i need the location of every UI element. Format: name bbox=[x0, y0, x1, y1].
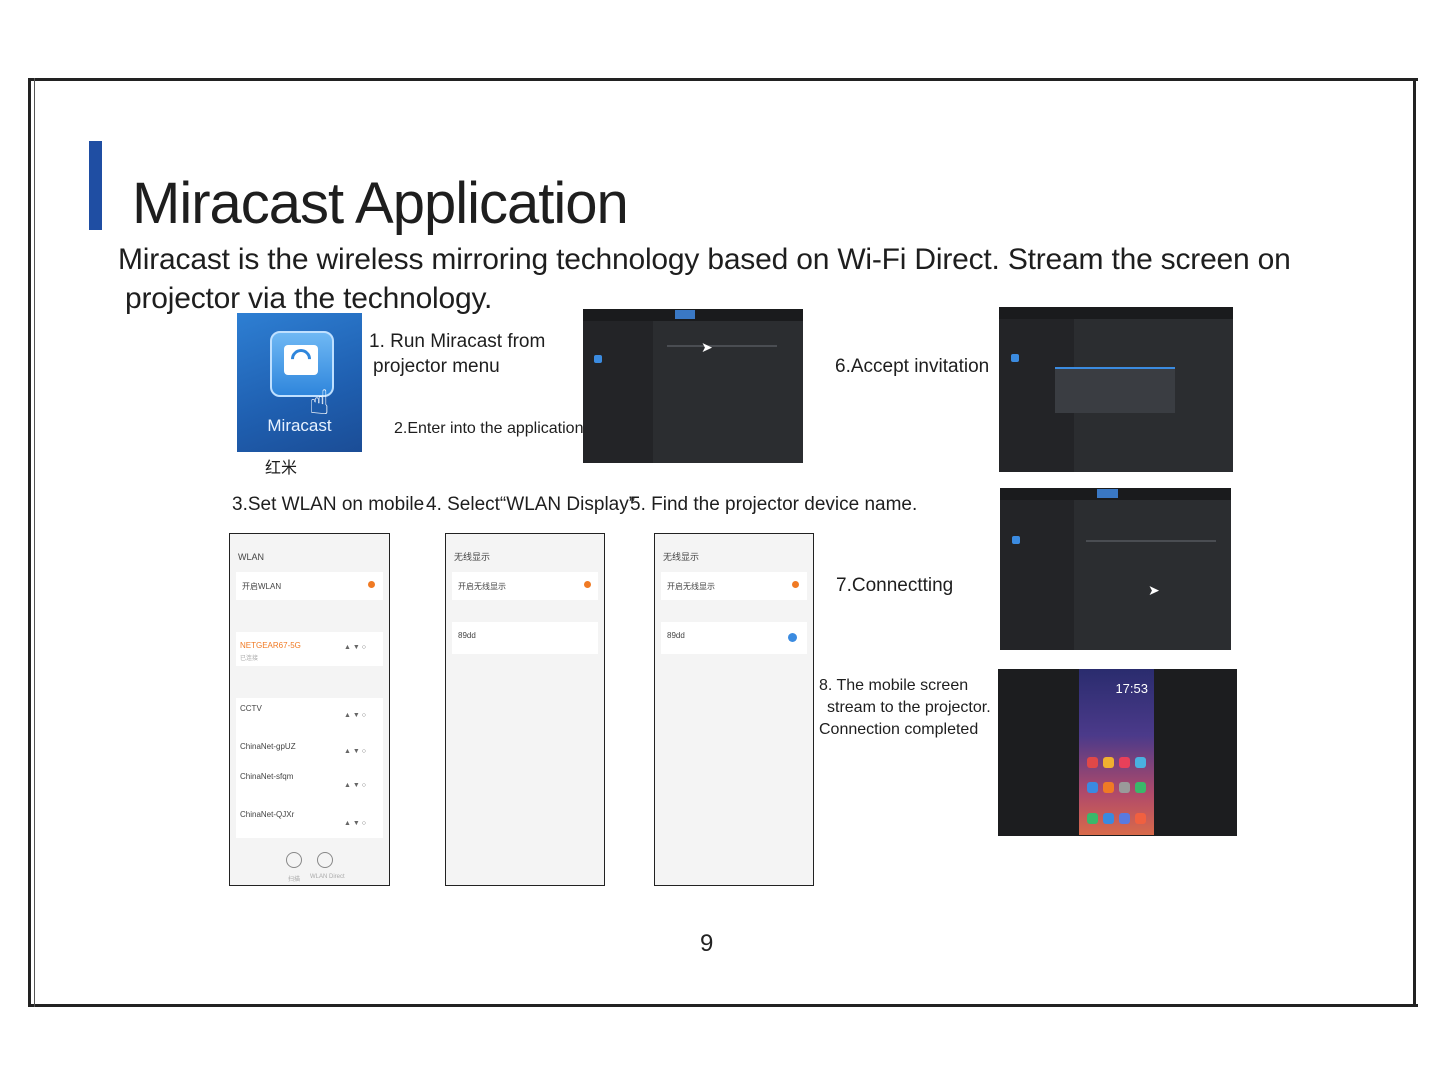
tv-sidebar-icon bbox=[1011, 354, 1019, 362]
home-clock: 17:53 bbox=[1115, 681, 1148, 696]
tv-active-tab bbox=[675, 310, 696, 319]
step-6-label: 6.Accept invitation bbox=[835, 356, 990, 377]
frame-right-rule bbox=[1413, 78, 1416, 1007]
wifi-icon bbox=[286, 344, 316, 374]
wlan-toggle bbox=[368, 581, 375, 588]
step-2-label: 2.Enter into the application bbox=[394, 420, 584, 437]
wifi-signal-icon: ▲ ▼ ○ bbox=[344, 782, 366, 789]
display-toggle bbox=[792, 581, 799, 588]
phone-header: 无线显示 bbox=[454, 552, 491, 562]
display-device-name: 89dd bbox=[458, 631, 476, 640]
wifi-signal-icon: ▲ ▼ ○ bbox=[344, 644, 366, 651]
wlan-direct-button-label: WLAN Direct bbox=[310, 874, 345, 880]
app-icon bbox=[1135, 757, 1146, 768]
display-toggle-label: 开启无线显示 bbox=[458, 582, 506, 591]
title-accent-bar bbox=[89, 141, 102, 230]
phone-status-bar bbox=[446, 534, 604, 544]
app-icon bbox=[1103, 757, 1114, 768]
wlan-toggle-label: 开启WLAN bbox=[242, 582, 282, 591]
tv-sidebar-icon bbox=[594, 355, 602, 363]
step-5-label: 5. Find the projector device name. bbox=[630, 494, 918, 515]
network-item: ChinaNet-gpUZ bbox=[240, 742, 296, 751]
tv-topbar bbox=[999, 307, 1233, 319]
connect-status-icon bbox=[788, 633, 797, 642]
wifi-signal-icon: ▲ ▼ ○ bbox=[344, 748, 366, 755]
scan-icon bbox=[286, 852, 302, 868]
app-icon bbox=[1087, 757, 1098, 768]
network-item: ChinaNet-QJXr bbox=[240, 810, 295, 819]
screen-icon bbox=[284, 344, 318, 375]
display-toggle bbox=[584, 581, 591, 588]
invitation-dialog bbox=[1055, 367, 1175, 413]
messages-dock-icon bbox=[1119, 813, 1130, 824]
accept-invitation-screenshot bbox=[999, 307, 1233, 472]
frame-left-rule bbox=[28, 78, 31, 1007]
phone-device-found-screenshot: 无线显示 开启无线显示 89dd bbox=[654, 533, 814, 886]
phone-status-bar bbox=[230, 534, 389, 544]
scan-button-label: 扫描 bbox=[288, 877, 301, 883]
step-8-label-line-1: 8. The mobile screen bbox=[819, 677, 969, 694]
network-item: CCTV bbox=[240, 704, 262, 713]
wifi-signal-icon: ▲ ▼ ○ bbox=[344, 712, 366, 719]
step-8-label-line-2: stream to the projector. bbox=[827, 699, 991, 716]
step-7-label: 7.Connectting bbox=[836, 575, 954, 596]
step-3-label: 3.Set WLAN on mobile bbox=[232, 494, 425, 515]
step-1-label-line-2: projector menu bbox=[373, 356, 500, 377]
app-icon bbox=[1119, 757, 1130, 768]
app-icon-below-label: 红米 bbox=[265, 460, 298, 477]
wifi-signal-icon: ▲ ▼ ○ bbox=[344, 820, 366, 827]
network-item: ChinaNet-sfqm bbox=[240, 772, 294, 781]
browser-dock-icon bbox=[1135, 813, 1146, 824]
cursor-icon: ➤ bbox=[701, 339, 713, 355]
phone-wlan-display-screenshot: 无线显示 开启无线显示 89dd bbox=[445, 533, 605, 886]
app-icon-caption: Miracast bbox=[267, 416, 332, 435]
phone-dock-icon bbox=[1087, 813, 1098, 824]
app-icon bbox=[1087, 782, 1098, 793]
page-title: Miracast Application bbox=[132, 171, 629, 236]
tv-sidebar-icon bbox=[1012, 536, 1020, 544]
miracast-app-icon: ☝ Miracast bbox=[237, 313, 362, 452]
step-1-label-line-1: 1. Run Miracast from bbox=[369, 331, 546, 352]
current-network-name: NETGEAR67-5G bbox=[240, 641, 301, 650]
mirrored-home-screenshot: 17:53 bbox=[998, 669, 1237, 836]
tv-sidebar bbox=[1000, 500, 1074, 650]
tv-row bbox=[1086, 540, 1216, 542]
current-network-status: 已连接 bbox=[240, 656, 259, 662]
phone-header: 无线显示 bbox=[663, 552, 700, 562]
app-icon bbox=[1135, 782, 1146, 793]
phone-header: WLAN bbox=[238, 552, 265, 562]
display-toggle-label: 开启无线显示 bbox=[667, 582, 715, 591]
wlan-direct-icon bbox=[317, 852, 333, 868]
app-icon bbox=[1119, 782, 1130, 793]
frame-left-inner-rule bbox=[34, 78, 35, 1007]
connecting-screenshot: ➤ bbox=[1000, 488, 1231, 650]
tv-active-tab bbox=[1097, 489, 1118, 498]
intro-line-1: Miracast is the wireless mirroring techn… bbox=[118, 243, 1291, 276]
frame-bottom-rule bbox=[28, 1004, 1418, 1007]
display-device-name: 89dd bbox=[667, 631, 685, 640]
phone-home-screen: 17:53 bbox=[1079, 669, 1154, 835]
frame-top-rule bbox=[28, 78, 1418, 81]
tv-row bbox=[667, 345, 777, 347]
tv-sidebar bbox=[583, 321, 654, 463]
cursor-icon: ➤ bbox=[1148, 582, 1160, 598]
projector-app-screenshot: ➤ bbox=[583, 309, 803, 463]
page-number: 9 bbox=[700, 930, 714, 957]
phone-wlan-screenshot: WLAN 开启WLAN NETGEAR67-5G 已连接 ▲ ▼ ○ CCTV … bbox=[229, 533, 390, 886]
step-4-label: 4. Select“WLAN Display” bbox=[426, 494, 636, 515]
app-icon bbox=[1103, 782, 1114, 793]
step-8-label-line-3: Connection completed bbox=[819, 721, 979, 738]
phone-status-bar bbox=[655, 534, 813, 544]
contacts-dock-icon bbox=[1103, 813, 1114, 824]
